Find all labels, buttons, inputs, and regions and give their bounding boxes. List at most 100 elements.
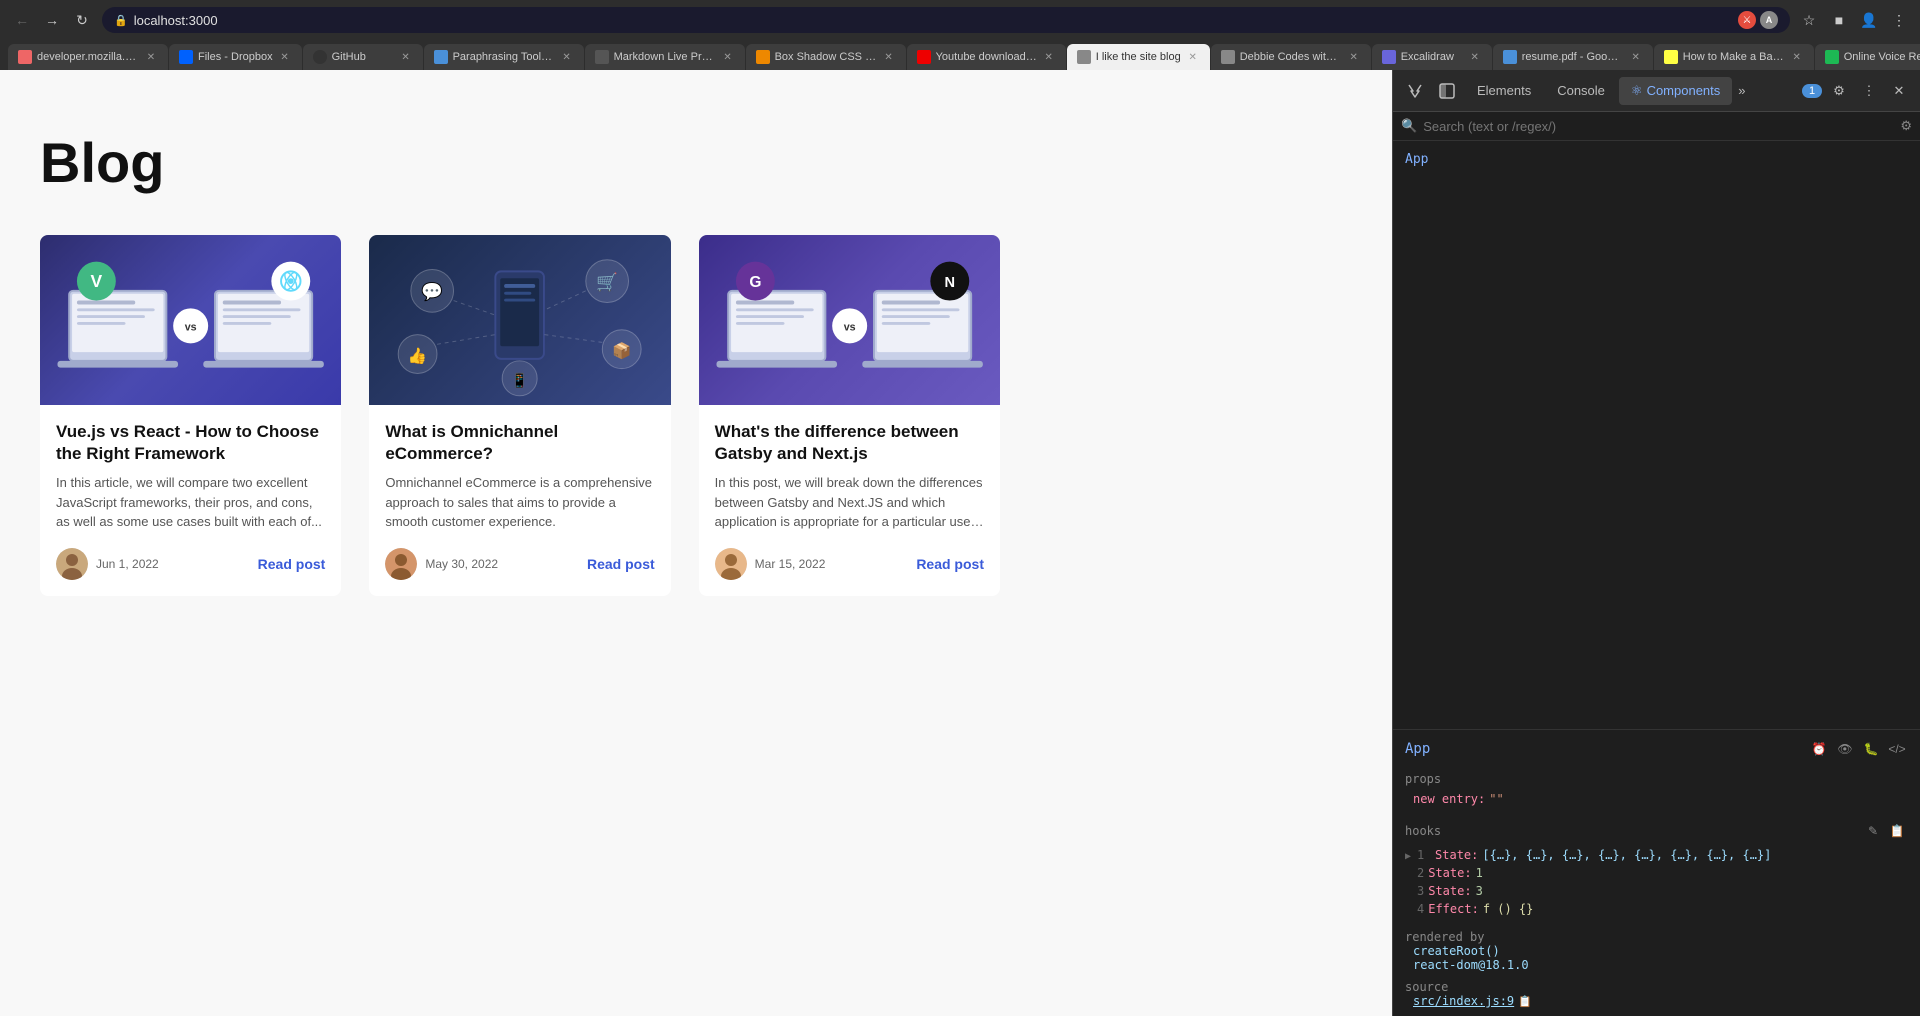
svg-text:📱: 📱 [512, 372, 529, 388]
tab-favicon-youtube [917, 50, 931, 64]
devtools-tab-components[interactable]: ⚛Components [1619, 77, 1732, 105]
dt-inspector-code-icon[interactable]: </> [1886, 738, 1908, 760]
tab-close-paraphrase[interactable]: ✕ [560, 50, 574, 64]
devtools-right-controls: 1 ⚙ ⋮ ✕ [1802, 78, 1912, 104]
dt-hook-value-4: f () {} [1483, 902, 1534, 916]
tab-excalidraw[interactable]: Excalidraw ✕ [1372, 44, 1492, 70]
devtools-content: App [1393, 141, 1920, 729]
tab-close-markdown[interactable]: ✕ [721, 50, 735, 64]
tab-siteblog[interactable]: I like the site blog ✕ [1067, 44, 1210, 70]
tab-howto[interactable]: How to Make a Bac… ✕ [1654, 44, 1814, 70]
extensions-icon[interactable]: ■ [1826, 7, 1852, 33]
dt-inspector-time-icon[interactable]: ⏰ [1808, 738, 1830, 760]
tab-close-siteblog[interactable]: ✕ [1186, 50, 1200, 64]
menu-icon[interactable]: ⋮ [1886, 7, 1912, 33]
tab-label-github: GitHub [332, 51, 394, 63]
card-body-2: What is Omnichannel eCommerce? Omnichann… [369, 405, 670, 596]
devtools-settings-button[interactable]: ⚙ [1826, 78, 1852, 104]
address-bar[interactable]: 🔒 localhost:3000 ⚔ A [102, 7, 1790, 33]
tab-close-howto[interactable]: ✕ [1790, 50, 1804, 64]
tab-close-boxshadow[interactable]: ✕ [882, 50, 896, 64]
tab-close-resume[interactable]: ✕ [1629, 50, 1643, 64]
tab-paraphrase[interactable]: Paraphrasing Tool |… ✕ [424, 44, 584, 70]
card-body-3: What's the difference between Gatsby and… [699, 405, 1000, 596]
card-svg-2: 💬 🛒 👍 📦 📱 [369, 235, 670, 405]
card-title-2: What is Omnichannel eCommerce? [385, 421, 654, 465]
tab-close-excalidraw[interactable]: ✕ [1468, 50, 1482, 64]
devtools-badge: 1 [1802, 84, 1822, 98]
tab-favicon-github [313, 50, 327, 64]
tab-youtube[interactable]: Youtube download… ✕ [907, 44, 1066, 70]
dt-hook-value-3: 3 [1476, 884, 1483, 898]
devtools-close-button[interactable]: ✕ [1886, 78, 1912, 104]
dt-source-value[interactable]: src/index.js:9 [1405, 994, 1514, 1008]
browser-right-icons: ☆ ■ 👤 ⋮ [1796, 7, 1912, 33]
tab-favicon-siteblog [1077, 50, 1091, 64]
tab-close-mozilla[interactable]: ✕ [144, 50, 158, 64]
devtools-tab-elements[interactable]: Elements [1465, 77, 1543, 104]
bookmarks-icon[interactable]: ☆ [1796, 7, 1822, 33]
forward-button[interactable]: → [38, 6, 66, 34]
tab-dropbox[interactable]: Files - Dropbox ✕ [169, 44, 302, 70]
read-post-link-2[interactable]: Read post [587, 556, 655, 572]
dt-inspector-eye-icon[interactable]: 👁 [1834, 738, 1856, 760]
dt-props-section: props new entry: "" [1393, 768, 1920, 816]
devtools-tab-console[interactable]: Console [1545, 77, 1617, 104]
tab-favicon-mozilla [18, 50, 32, 64]
dt-expand-arrow-1[interactable]: ▶ [1405, 851, 1411, 862]
card-excerpt-2: Omnichannel eCommerce is a comprehensive… [385, 473, 654, 532]
dt-hook-num-1: 1 [1417, 848, 1431, 862]
profile-icon[interactable]: 👤 [1856, 7, 1882, 33]
dt-hooks-edit-icon[interactable]: ✎ [1862, 820, 1884, 842]
dt-hook-row-3: 3 State: 3 [1393, 882, 1920, 900]
dt-source-copy-icon[interactable]: 📋 [1518, 995, 1532, 1008]
browser-toolbar: ← → ↻ 🔒 localhost:3000 ⚔ A ☆ ■ 👤 ⋮ [0, 0, 1920, 40]
svg-text:🛒: 🛒 [597, 272, 619, 292]
devtools-dock-button[interactable] [1433, 77, 1461, 105]
reload-button[interactable]: ↻ [68, 6, 96, 34]
tab-label-howto: How to Make a Bac… [1683, 51, 1785, 63]
dt-hook-type-3: State: [1428, 884, 1471, 898]
tab-label-markdown: Markdown Live Pre… [614, 51, 716, 63]
author-avatar-3 [715, 548, 747, 580]
tab-mozilla[interactable]: developer.mozilla.org ✕ [8, 44, 168, 70]
read-post-link-1[interactable]: Read post [258, 556, 326, 572]
tab-close-dropbox[interactable]: ✕ [278, 50, 292, 64]
card-date-1: Jun 1, 2022 [96, 557, 159, 571]
tab-close-youtube[interactable]: ✕ [1042, 50, 1056, 64]
tab-github[interactable]: GitHub ✕ [303, 44, 423, 70]
search-settings-icon[interactable]: ⚙ [1900, 118, 1912, 134]
tab-favicon-howto [1664, 50, 1678, 64]
dt-tree-app[interactable]: App [1393, 149, 1920, 170]
devtools-search-input[interactable] [1423, 119, 1894, 134]
tab-resume[interactable]: resume.pdf - Googl… ✕ [1493, 44, 1653, 70]
tab-close-debbie[interactable]: ✕ [1347, 50, 1361, 64]
read-post-link-3[interactable]: Read post [916, 556, 984, 572]
tab-voicerec[interactable]: Online Voice Recor… ✕ [1815, 44, 1920, 70]
tab-favicon-dropbox [179, 50, 193, 64]
tab-boxshadow[interactable]: Box Shadow CSS G… ✕ [746, 44, 906, 70]
devtools-tab-more[interactable]: » [1734, 77, 1749, 104]
tab-close-github[interactable]: ✕ [399, 50, 413, 64]
back-button[interactable]: ← [8, 6, 36, 34]
dt-rendered-by-createroot: createRoot() [1405, 944, 1908, 958]
dt-rendered-by-reactdom: react-dom@18.1.0 [1405, 958, 1908, 972]
dt-hooks-copy-icon[interactable]: 📋 [1886, 820, 1908, 842]
tab-debbie[interactable]: Debbie Codes with… ✕ [1211, 44, 1371, 70]
author-avatar-1 [56, 548, 88, 580]
blog-card-3: G vs N [699, 235, 1000, 596]
dt-inspector-header: App ⏰ 👁 🐛 </> [1393, 730, 1920, 768]
tab-markdown[interactable]: Markdown Live Pre… ✕ [585, 44, 745, 70]
devtools-inspect-button[interactable] [1401, 77, 1429, 105]
card-image-3: G vs N [699, 235, 1000, 405]
main-layout: Blog [0, 70, 1920, 1016]
nav-buttons: ← → ↻ [8, 6, 96, 34]
dt-inspector-bug-icon[interactable]: 🐛 [1860, 738, 1882, 760]
reader-icon: A [1760, 11, 1778, 29]
dt-source-label: source [1405, 980, 1908, 994]
devtools-more-button[interactable]: ⋮ [1856, 78, 1882, 104]
tab-label-paraphrase: Paraphrasing Tool |… [453, 51, 555, 63]
tab-label-debbie: Debbie Codes with… [1240, 51, 1342, 63]
svg-text:👍: 👍 [408, 346, 427, 365]
card-svg-1: V vs [40, 235, 341, 405]
